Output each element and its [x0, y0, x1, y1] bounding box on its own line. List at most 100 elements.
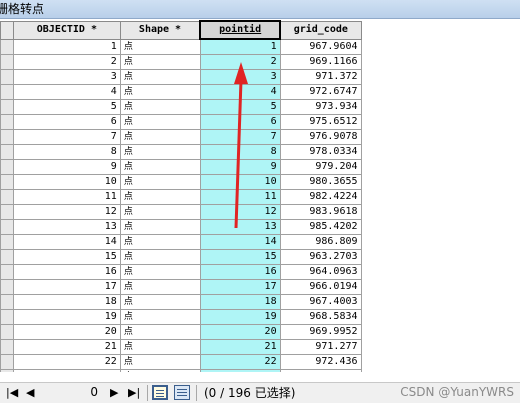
column-header-pointid[interactable]: pointid: [199, 20, 282, 40]
column-header-grid-code[interactable]: grid_code: [279, 20, 362, 40]
row-selector[interactable]: [0, 249, 14, 265]
cell-pointid[interactable]: 23: [199, 369, 281, 372]
cell-shape[interactable]: 点: [119, 69, 201, 85]
column-header-objectid[interactable]: OBJECTID *: [12, 20, 121, 40]
cell-pointid[interactable]: 19: [199, 309, 281, 325]
cell-grid-code[interactable]: 978.0334: [279, 144, 362, 160]
next-record-icon[interactable]: ▶: [110, 386, 118, 399]
table-row[interactable]: 18 点 18 967.4003: [0, 294, 520, 310]
attribute-table-grid[interactable]: OBJECTID * Shape * pointid grid_code 1点1…: [0, 20, 520, 372]
cell-shape[interactable]: 点: [119, 204, 201, 220]
cell-grid-code[interactable]: 985.4202: [279, 219, 362, 235]
row-selector[interactable]: [0, 99, 14, 115]
cell-shape[interactable]: 点: [119, 174, 201, 190]
first-record-icon[interactable]: |◀: [6, 386, 18, 399]
row-selector[interactable]: [0, 324, 14, 340]
row-selector[interactable]: [0, 159, 14, 175]
cell-objectid[interactable]: 2: [12, 54, 121, 70]
cell-pointid[interactable]: 5: [199, 99, 281, 115]
cell-grid-code[interactable]: 980.3655: [279, 174, 362, 190]
cell-grid-code[interactable]: 975.6512: [279, 114, 362, 130]
cell-grid-code[interactable]: 983.9618: [279, 204, 362, 220]
cell-pointid[interactable]: 16: [199, 264, 281, 280]
table-row[interactable]: 4 点 4 972.6747: [0, 84, 520, 100]
row-selector[interactable]: [0, 264, 14, 280]
cell-grid-code[interactable]: 964.0963: [279, 264, 362, 280]
table-row[interactable]: 14 点 14 986.809: [0, 234, 520, 250]
cell-pointid[interactable]: 12: [199, 204, 281, 220]
column-header-shape[interactable]: Shape *: [119, 20, 201, 40]
cell-shape[interactable]: 点: [119, 38, 201, 55]
cell-pointid[interactable]: 15: [199, 249, 281, 265]
cell-grid-code[interactable]: 986.809: [279, 234, 362, 250]
cell-objectid[interactable]: 7: [12, 129, 121, 145]
table-row[interactable]: 21 点 21 971.277: [0, 339, 520, 355]
cell-objectid[interactable]: 22: [12, 354, 121, 370]
cell-shape[interactable]: 点: [119, 339, 201, 355]
cell-objectid[interactable]: 15: [12, 249, 121, 265]
previous-record-icon[interactable]: ◀: [26, 386, 34, 399]
table-row[interactable]: 17 点 17 966.0194: [0, 279, 520, 295]
cell-pointid[interactable]: 13: [199, 219, 281, 235]
table-row[interactable]: 20 点 20 969.9952: [0, 324, 520, 340]
cell-pointid[interactable]: 21: [199, 339, 281, 355]
cell-pointid[interactable]: 7: [199, 129, 281, 145]
cell-objectid[interactable]: 23: [12, 369, 121, 372]
row-selector[interactable]: [0, 339, 14, 355]
row-selector[interactable]: [0, 354, 14, 370]
cell-objectid[interactable]: 9: [12, 159, 121, 175]
cell-objectid[interactable]: 21: [12, 339, 121, 355]
cell-objectid[interactable]: 13: [12, 219, 121, 235]
row-selector[interactable]: [0, 219, 14, 235]
cell-objectid[interactable]: 16: [12, 264, 121, 280]
table-row[interactable]: 12 点 12 983.9618: [0, 204, 520, 220]
cell-shape[interactable]: 点: [119, 324, 201, 340]
cell-objectid[interactable]: 5: [12, 99, 121, 115]
cell-objectid[interactable]: 18: [12, 294, 121, 310]
table-row[interactable]: 9 点 9 979.204: [0, 159, 520, 175]
cell-grid-code[interactable]: 979.204: [279, 159, 362, 175]
cell-grid-code[interactable]: 963.2703: [279, 249, 362, 265]
cell-shape[interactable]: 点: [119, 234, 201, 250]
table-row[interactable]: 2 点 2 969.1166: [0, 54, 520, 70]
cell-shape[interactable]: 点: [119, 264, 201, 280]
cell-shape[interactable]: 点: [119, 99, 201, 115]
cell-objectid[interactable]: 6: [12, 114, 121, 130]
table-row[interactable]: 5 点 5 973.934: [0, 99, 520, 115]
row-selector[interactable]: [0, 129, 14, 145]
cell-grid-code[interactable]: 966.0194: [279, 279, 362, 295]
table-row[interactable]: 10 点 10 980.3655: [0, 174, 520, 190]
cell-pointid[interactable]: 10: [199, 174, 281, 190]
cell-grid-code[interactable]: 971.277: [279, 339, 362, 355]
cell-pointid[interactable]: 14: [199, 234, 281, 250]
row-selector[interactable]: [0, 189, 14, 205]
row-selector[interactable]: [0, 174, 14, 190]
cell-pointid[interactable]: 8: [199, 144, 281, 160]
cell-grid-code[interactable]: 968.5834: [279, 309, 362, 325]
row-selector[interactable]: [0, 38, 14, 55]
table-row[interactable]: 1 点 1 967.9604: [0, 38, 520, 55]
last-record-icon[interactable]: ▶|: [128, 386, 140, 399]
row-selector[interactable]: [0, 234, 14, 250]
cell-pointid[interactable]: 4: [199, 84, 281, 100]
cell-grid-code[interactable]: 976.9078: [279, 129, 362, 145]
row-selector[interactable]: [0, 84, 14, 100]
cell-pointid[interactable]: 22: [199, 354, 281, 370]
cell-pointid[interactable]: 3: [199, 69, 281, 85]
cell-shape[interactable]: 点: [119, 114, 201, 130]
table-row[interactable]: 15 点 15 963.2703: [0, 249, 520, 265]
cell-shape[interactable]: 点: [119, 354, 201, 370]
cell-pointid[interactable]: 9: [199, 159, 281, 175]
cell-grid-code[interactable]: 967.4003: [279, 294, 362, 310]
cell-grid-code[interactable]: 973.8007: [279, 369, 362, 372]
table-row[interactable]: 23点23973.8007: [0, 369, 520, 372]
row-selector[interactable]: [0, 54, 14, 70]
table-row[interactable]: 19 点 19 968.5834: [0, 309, 520, 325]
cell-shape[interactable]: 点: [119, 369, 201, 372]
cell-pointid[interactable]: 1: [199, 38, 281, 55]
header-row-selector[interactable]: [0, 20, 14, 40]
row-selector[interactable]: [0, 144, 14, 160]
record-number-field[interactable]: 0: [48, 385, 98, 400]
table-row[interactable]: 7 点 7 976.9078: [0, 129, 520, 145]
cell-pointid[interactable]: 17: [199, 279, 281, 295]
